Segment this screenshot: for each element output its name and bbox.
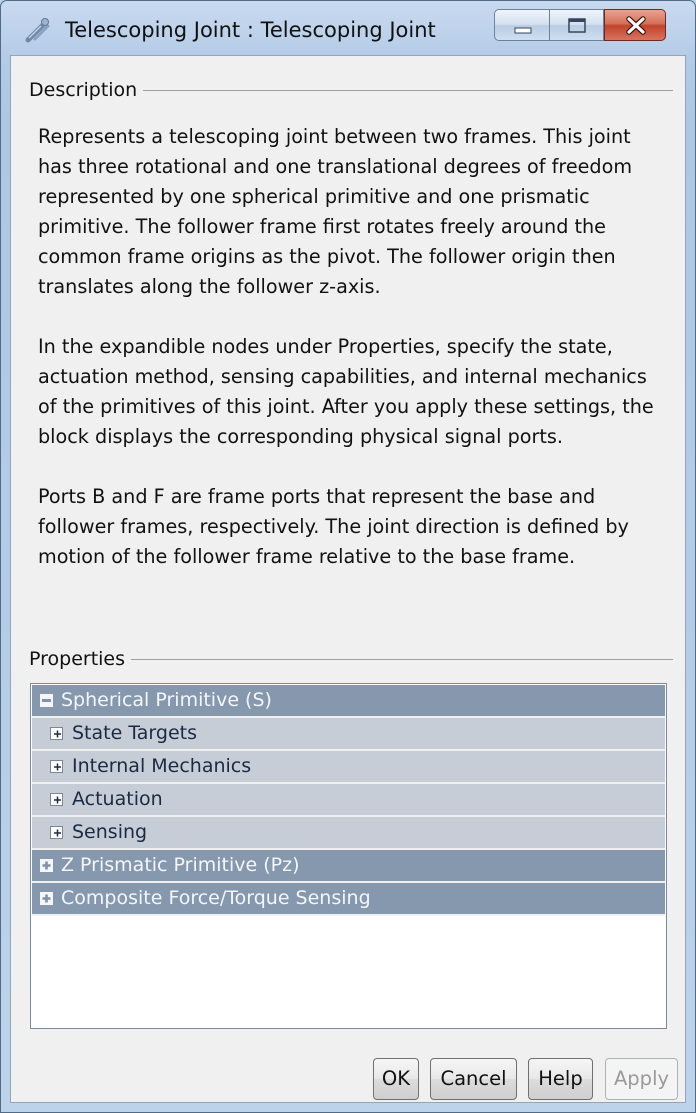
joint-block-icon	[25, 17, 51, 43]
title-bar[interactable]: Telescoping Joint : Telescoping Joint	[1, 1, 695, 55]
cancel-button[interactable]: Cancel	[430, 1058, 517, 1100]
dialog-window: Telescoping Joint : Telescoping Joint De…	[0, 0, 696, 1113]
tree-node-internal-mechanics[interactable]: Internal Mechanics	[32, 751, 665, 784]
tree-node-label: Spherical Primitive (S)	[61, 689, 272, 711]
help-button[interactable]: Help	[528, 1058, 593, 1100]
maximize-button[interactable]	[550, 9, 604, 41]
tree-node-state-targets[interactable]: State Targets	[32, 718, 665, 751]
expand-icon[interactable]	[50, 727, 63, 740]
tree-node-composite-force-torque-sensing[interactable]: Composite Force/Torque Sensing	[32, 883, 665, 916]
description-text: Represents a telescoping joint between t…	[38, 122, 666, 602]
description-paragraph: Represents a telescoping joint between t…	[38, 125, 633, 298]
collapse-icon[interactable]	[40, 694, 53, 707]
tree-node-label: Internal Mechanics	[72, 755, 252, 777]
expand-icon[interactable]	[50, 760, 63, 773]
dialog-client-area: Description Represents a telescoping joi…	[10, 55, 686, 1103]
window-title: Telescoping Joint : Telescoping Joint	[65, 18, 436, 42]
expand-icon[interactable]	[40, 892, 53, 905]
apply-button[interactable]: Apply	[605, 1058, 678, 1100]
properties-tree[interactable]: Spherical Primitive (S) State Targets In…	[30, 683, 667, 1029]
tree-node-label: Z Prismatic Primitive (Pz)	[61, 854, 300, 876]
ok-button[interactable]: OK	[373, 1058, 419, 1100]
expand-icon[interactable]	[50, 826, 63, 839]
tree-node-label: Sensing	[72, 821, 148, 843]
tree-node-actuation[interactable]: Actuation	[32, 784, 665, 817]
tree-node-label: State Targets	[72, 722, 198, 744]
tree-node-label: Composite Force/Torque Sensing	[61, 887, 371, 909]
description-paragraph: In the expandible nodes under Properties…	[38, 335, 654, 448]
expand-icon[interactable]	[40, 859, 53, 872]
description-group-label: Description	[29, 79, 144, 101]
properties-group-label: Properties	[29, 648, 132, 670]
expand-icon[interactable]	[50, 793, 63, 806]
description-paragraph: Ports B and F are frame ports that repre…	[38, 485, 629, 568]
tree-node-label: Actuation	[72, 788, 163, 810]
tree-node-z-prismatic-primitive[interactable]: Z Prismatic Primitive (Pz)	[32, 850, 665, 883]
minimize-button[interactable]	[494, 9, 550, 41]
close-button[interactable]	[604, 9, 666, 41]
tree-node-spherical-primitive[interactable]: Spherical Primitive (S)	[32, 685, 665, 718]
tree-node-sensing[interactable]: Sensing	[32, 817, 665, 850]
